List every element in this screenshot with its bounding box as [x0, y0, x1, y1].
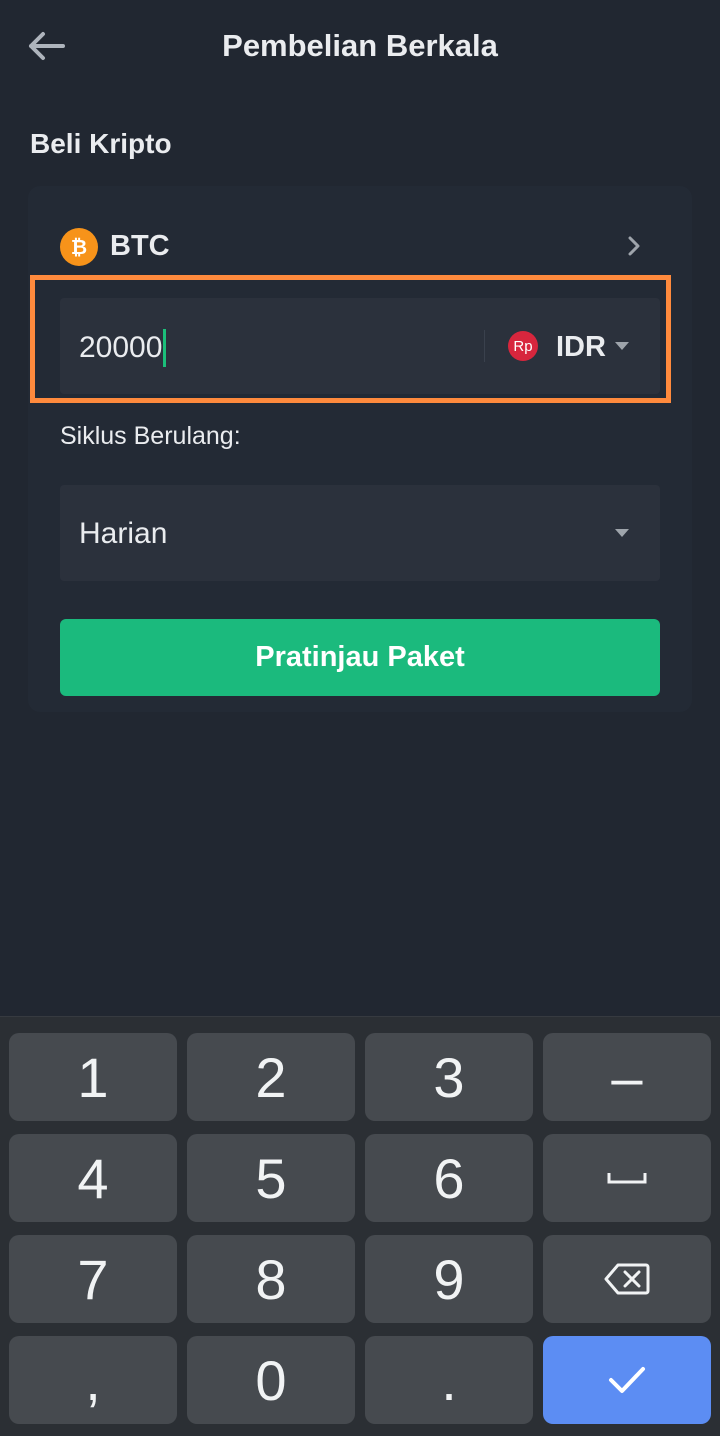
key-done[interactable] — [543, 1336, 711, 1424]
key-4[interactable]: 4 — [9, 1134, 177, 1222]
key-5[interactable]: 5 — [187, 1134, 355, 1222]
amount-input[interactable]: 20000 Rp IDR — [60, 298, 660, 394]
numeric-keyboard: 1 2 3 – 4 5 6 7 8 9 , 0 . — [0, 1016, 720, 1436]
key-backspace[interactable] — [543, 1235, 711, 1323]
checkmark-icon — [609, 1367, 645, 1393]
cycle-select[interactable]: Harian — [60, 485, 660, 581]
key-3[interactable]: 3 — [365, 1033, 533, 1121]
key-9[interactable]: 9 — [365, 1235, 533, 1323]
amount-value-wrap: 20000 — [79, 329, 167, 367]
key-period[interactable]: . — [365, 1336, 533, 1424]
key-comma[interactable]: , — [9, 1336, 177, 1424]
chevron-right-icon — [628, 236, 640, 256]
caret-down-icon — [615, 342, 629, 350]
key-7[interactable]: 7 — [9, 1235, 177, 1323]
currency-label: IDR — [556, 331, 606, 363]
rupiah-icon: Rp — [508, 331, 538, 361]
key-1[interactable]: 1 — [9, 1033, 177, 1121]
cycle-value: Harian — [79, 517, 168, 550]
bitcoin-icon: ₿ — [60, 228, 98, 266]
field-divider — [484, 330, 485, 362]
asset-symbol: BTC — [110, 230, 170, 262]
space-icon — [607, 1173, 647, 1184]
key-minus[interactable]: – — [543, 1033, 711, 1121]
amount-value: 20000 — [79, 331, 163, 364]
preview-plan-button[interactable]: Pratinjau Paket — [60, 619, 660, 696]
section-title: Beli Kripto — [30, 128, 172, 159]
asset-selector[interactable]: ₿ BTC — [60, 222, 660, 272]
currency-select[interactable]: Rp IDR — [506, 322, 646, 370]
page-title: Pembelian Berkala — [222, 28, 498, 63]
key-8[interactable]: 8 — [187, 1235, 355, 1323]
key-space[interactable] — [543, 1134, 711, 1222]
caret-down-icon — [615, 529, 629, 537]
key-6[interactable]: 6 — [365, 1134, 533, 1222]
text-caret — [163, 329, 167, 367]
backspace-icon — [604, 1263, 650, 1295]
key-2[interactable]: 2 — [187, 1033, 355, 1121]
app-header: Pembelian Berkala — [0, 0, 720, 96]
cycle-label: Siklus Berulang: — [60, 422, 241, 450]
svg-text:₿: ₿ — [71, 235, 87, 259]
key-0[interactable]: 0 — [187, 1336, 355, 1424]
